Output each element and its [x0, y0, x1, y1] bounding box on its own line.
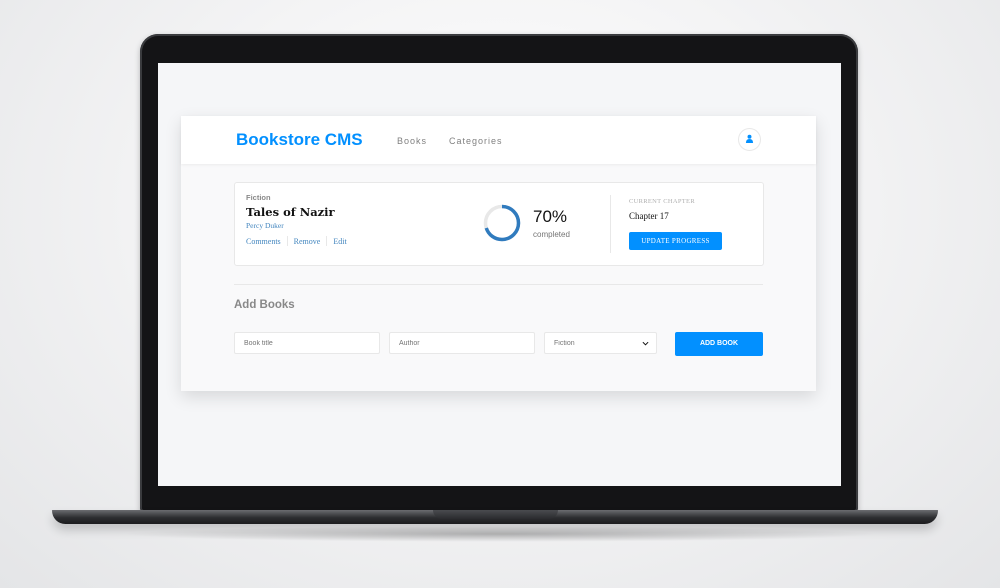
navbar: Bookstore CMS Books Categories: [181, 116, 816, 164]
action-divider: [286, 236, 288, 246]
update-progress-button[interactable]: UPDATE PROGRESS: [629, 232, 722, 250]
chevron-down-icon: [642, 341, 649, 346]
action-divider: [326, 236, 328, 246]
book-card: Fiction Tales of Nazir Percy Duker Comme…: [234, 182, 764, 266]
category-select-value: Fiction: [554, 339, 575, 347]
current-chapter-value: Chapter 17: [629, 211, 669, 221]
user-icon: [745, 134, 754, 143]
book-category: Fiction: [246, 193, 271, 202]
nav-link-categories[interactable]: Categories: [449, 136, 503, 146]
progress-completed-label: completed: [533, 230, 570, 239]
add-books-heading: Add Books: [234, 299, 295, 311]
laptop-screen: Bookstore CMS Books Categories Fiction T…: [158, 63, 841, 486]
book-title: Tales of Nazir: [246, 205, 335, 219]
edit-button[interactable]: Edit: [333, 237, 346, 246]
progress-percent: 70%: [533, 207, 568, 226]
nav-link-books[interactable]: Books: [397, 136, 427, 146]
category-select[interactable]: Fiction: [544, 332, 657, 354]
current-chapter-label: CURRENT CHAPTER: [629, 198, 695, 205]
section-divider: [234, 284, 763, 285]
brand-logo[interactable]: Bookstore CMS: [236, 130, 363, 150]
add-book-button[interactable]: ADD BOOK: [675, 332, 763, 356]
progress-ring: [483, 204, 521, 242]
remove-button[interactable]: Remove: [294, 237, 321, 246]
laptop-shadow: [120, 526, 880, 542]
card-divider: [610, 195, 611, 253]
laptop-notch: [433, 510, 558, 519]
book-actions: Comments Remove Edit: [246, 236, 347, 246]
app-panel: Bookstore CMS Books Categories Fiction T…: [181, 116, 816, 391]
book-author: Percy Duker: [246, 221, 284, 230]
user-button[interactable]: [738, 128, 761, 151]
author-input[interactable]: [389, 332, 535, 354]
comments-button[interactable]: Comments: [246, 237, 281, 246]
book-title-input[interactable]: [234, 332, 380, 354]
